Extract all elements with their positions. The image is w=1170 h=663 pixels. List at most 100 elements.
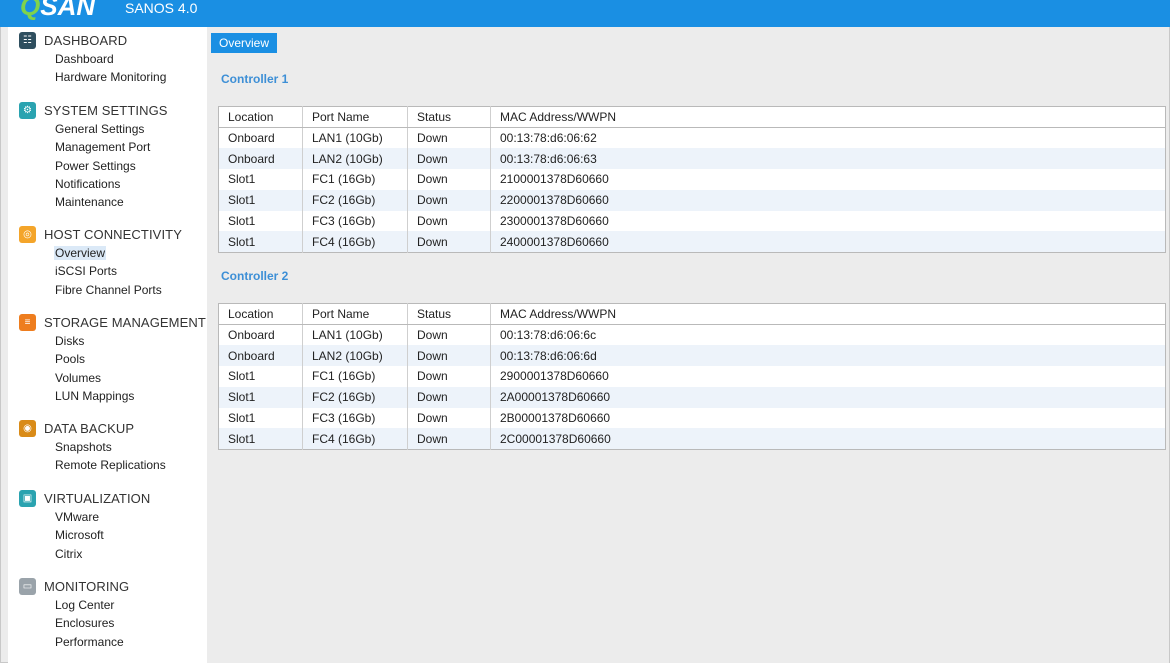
- cell-mac-address-wwpn: 2B00001378D60660: [500, 411, 611, 426]
- cell-status: Down: [407, 169, 491, 190]
- controller-2-title: Controller 2: [221, 269, 289, 283]
- qsan-logo: QSAN: [20, 0, 95, 22]
- column-header-location[interactable]: Location: [218, 303, 303, 325]
- sidebar-section-header[interactable]: ◎ HOST CONNECTIVITY: [8, 224, 207, 244]
- cell-status: Down: [407, 428, 491, 450]
- table-row[interactable]: Slot1 FC4 (16Gb) Down 2C00001378D60660: [218, 428, 1166, 450]
- logo-letter-q: Q: [20, 0, 41, 21]
- sidebar-item-label: iSCSI Ports: [55, 264, 118, 279]
- column-header-port-name[interactable]: Port Name: [302, 106, 408, 128]
- main-panel: Overview Controller 1 Location Port Name St…: [207, 27, 1169, 663]
- sidebar-item-vmware[interactable]: VMware: [8, 508, 207, 526]
- cell-status: Down: [407, 407, 491, 429]
- sidebar-item-iscsi-ports[interactable]: iSCSI Ports: [8, 262, 207, 280]
- table-header-row: Location Port Name Status MAC Address/WWPN: [218, 106, 1166, 128]
- cell-status: Down: [407, 366, 491, 387]
- sidebar-item-label: Microsoft: [55, 528, 104, 543]
- storage-icon: ≡: [19, 314, 36, 331]
- cell-mac-address-wwpn: 00:13:78:d6:06:6c: [500, 328, 597, 343]
- sidebar-item-performance[interactable]: Performance: [8, 633, 207, 651]
- cell-port-name: LAN2 (10Gb): [302, 345, 408, 367]
- column-header-mac-address-wwpn[interactable]: MAC Address/WWPN: [490, 303, 1166, 325]
- sidebar-section-header[interactable]: ≡ STORAGE MANAGEMENT: [8, 312, 207, 332]
- monitoring-icon: ▭: [19, 578, 36, 595]
- column-header-status[interactable]: Status: [407, 106, 491, 128]
- sidebar-section-header[interactable]: ▭ MONITORING: [8, 576, 207, 596]
- sidebar-item-remote-replications[interactable]: Remote Replications: [8, 456, 207, 474]
- table-row[interactable]: Onboard LAN1 (10Gb) Down 00:13:78:d6:06:62: [218, 127, 1166, 149]
- table-row[interactable]: Slot1 FC1 (16Gb) Down 2900001378D60660: [218, 366, 1166, 387]
- sidebar-section-data-backup: ◉ DATA BACKUP Snapshots Remote Replications: [8, 418, 207, 475]
- column-header-mac-address-wwpn[interactable]: MAC Address/WWPN: [490, 106, 1166, 128]
- host-connectivity-icon: ◎: [19, 226, 36, 243]
- sidebar-item-disks[interactable]: Disks: [8, 332, 207, 350]
- column-header-port-name[interactable]: Port Name: [302, 303, 408, 325]
- sidebar-item-microsoft[interactable]: Microsoft: [8, 526, 207, 544]
- sidebar-section-title: HOST CONNECTIVITY: [44, 227, 182, 242]
- sidebar-section-monitoring: ▭ MONITORING Log Center Enclosures Performan…: [8, 576, 207, 651]
- table-row[interactable]: Slot1 FC2 (16Gb) Down 2A00001378D60660: [218, 386, 1166, 408]
- table-row[interactable]: Slot1 FC3 (16Gb) Down 2B00001378D60660: [218, 407, 1166, 429]
- sidebar-item-snapshots[interactable]: Snapshots: [8, 438, 207, 456]
- table-row[interactable]: Onboard LAN2 (10Gb) Down 00:13:78:d6:06:6d: [218, 345, 1166, 367]
- cell-status: Down: [407, 231, 491, 253]
- cell-location: Slot1: [218, 169, 303, 190]
- sidebar-item-management-port[interactable]: Management Port: [8, 138, 207, 156]
- sidebar-item-log-center[interactable]: Log Center: [8, 596, 207, 614]
- sidebar-section-header[interactable]: ☷ DASHBOARD: [8, 30, 207, 50]
- cell-location: Slot1: [218, 386, 303, 408]
- cell-status: Down: [407, 345, 491, 367]
- sidebar-item-enclosures[interactable]: Enclosures: [8, 614, 207, 632]
- cell-location: Slot1: [218, 366, 303, 387]
- sidebar-item-label: Power Settings: [55, 158, 136, 173]
- sidebar-item-pools[interactable]: Pools: [8, 350, 207, 368]
- sidebar-nav: ☷ DASHBOARD Dashboard Hardware Monitoring ⚙ S…: [8, 27, 207, 663]
- table-row[interactable]: Slot1 FC3 (16Gb) Down 2300001378D60660: [218, 210, 1166, 232]
- sidebar-item-volumes[interactable]: Volumes: [8, 369, 207, 387]
- table-row[interactable]: Slot1 FC1 (16Gb) Down 2100001378D60660: [218, 169, 1166, 190]
- sidebar-item-label: Hardware Monitoring: [55, 70, 167, 85]
- settings-icon: ⚙: [19, 102, 36, 119]
- sidebar-item-fibre-channel-ports[interactable]: Fibre Channel Ports: [8, 281, 207, 299]
- sidebar-item-overview[interactable]: Overview: [8, 244, 207, 262]
- cell-mac-address-wwpn: 2200001378D60660: [490, 189, 1166, 211]
- sidebar-section-header[interactable]: ⚙ SYSTEM SETTINGS: [8, 100, 207, 120]
- cell-location: Slot1: [218, 210, 303, 232]
- column-header-status[interactable]: Status: [407, 303, 491, 325]
- table-row[interactable]: Onboard LAN2 (10Gb) Down 00:13:78:d6:06:63: [218, 148, 1166, 170]
- cell-port-name: FC1 (16Gb): [302, 169, 408, 190]
- cell-port-name: LAN1 (10Gb): [302, 127, 408, 149]
- table-row[interactable]: Slot1 FC4 (16Gb) Down 2400001378D60660: [218, 231, 1166, 253]
- sidebar-section-header[interactable]: ▣ VIRTUALIZATION: [8, 488, 207, 508]
- sidebar-item-general-settings[interactable]: General Settings: [8, 120, 207, 138]
- cell-location: Onboard: [218, 324, 303, 346]
- sidebar-item-label: Pools: [55, 352, 86, 367]
- tab-overview[interactable]: Overview: [211, 33, 278, 53]
- cell-port-name: FC4 (16Gb): [302, 428, 408, 450]
- column-header-location[interactable]: Location: [218, 106, 303, 128]
- sidebar-section-host-connectivity: ◎ HOST CONNECTIVITY Overview iSCSI Ports Fib…: [8, 224, 207, 299]
- sidebar-section-virtualization: ▣ VIRTUALIZATION VMware Microsoft Citrix: [8, 488, 207, 563]
- cell-mac-address-wwpn: 2C00001378D60660: [490, 428, 1166, 450]
- sidebar-item-citrix[interactable]: Citrix: [8, 545, 207, 563]
- table-row[interactable]: Slot1 FC2 (16Gb) Down 2200001378D60660: [218, 189, 1166, 211]
- cell-location: Onboard: [218, 345, 303, 367]
- sidebar-item-notifications[interactable]: Notifications: [8, 175, 207, 193]
- sidebar-item-lun-mappings[interactable]: LUN Mappings: [8, 387, 207, 405]
- table-row[interactable]: Onboard LAN1 (10Gb) Down 00:13:78:d6:06:6c: [218, 324, 1166, 346]
- sidebar-item-label: Dashboard: [55, 52, 114, 66]
- sidebar-item-label: Management Port: [55, 140, 151, 155]
- sidebar-item-label: Notifications: [55, 176, 121, 191]
- cell-status: Down: [407, 324, 491, 346]
- sidebar-section-storage-management: ≡ STORAGE MANAGEMENT Disks Pools Volumes LUN …: [8, 312, 207, 405]
- sidebar-item-hardware-monitoring[interactable]: Hardware Monitoring: [8, 68, 207, 86]
- cell-mac-address-wwpn: 2100001378D60660: [500, 172, 609, 187]
- sidebar-item-power-settings[interactable]: Power Settings: [8, 157, 207, 175]
- sidebar-item-maintenance[interactable]: Maintenance: [8, 193, 207, 211]
- dashboard-icon: ☷: [19, 32, 36, 49]
- sidebar-section-header[interactable]: ◉ DATA BACKUP: [8, 418, 207, 438]
- sidebar-item-dashboard[interactable]: Dashboard: [8, 50, 207, 68]
- sidebar-section-title: DASHBOARD: [44, 33, 128, 48]
- cell-status: Down: [407, 148, 491, 170]
- sidebar-item-label: General Settings: [55, 122, 145, 136]
